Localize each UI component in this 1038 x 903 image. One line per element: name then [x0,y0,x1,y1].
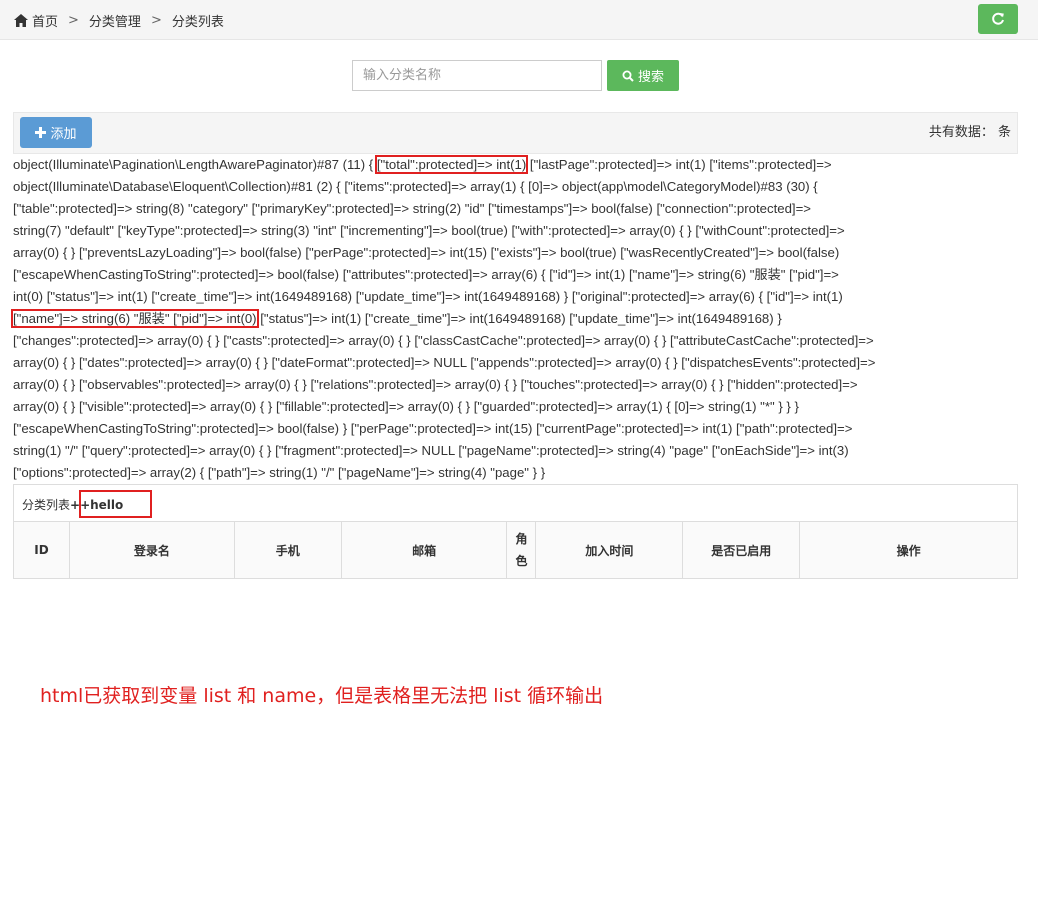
dump-line: object(Illuminate\Pagination\LengthAware… [13,155,832,174]
annotation-note: html已获取到变量 list 和 name，但是表格里无法把 list 循环输… [40,685,604,707]
total-unit-text: 条 [997,125,1011,140]
toolbar: 添加 共有数据： 条 [13,112,1018,154]
dump-line: ["escapeWhenCastingToString":protected]=… [13,421,853,436]
dump-line: ["options":protected]=> array(2) { ["pat… [13,465,546,480]
column-header-login: 登录名 [68,521,235,579]
dump-line: object(Illuminate\Database\Eloquent\Coll… [13,179,818,194]
breadcrumb-category-management[interactable]: 分类管理 [89,11,141,30]
dump-line: string(1) "/" ["query":protected]=> arra… [13,443,849,458]
breadcrumb-separator: > [150,13,162,28]
column-header-role: 角色 [506,521,537,579]
var-dump-output: object(Illuminate\Pagination\LengthAware… [11,154,1023,484]
plus-icon [35,127,47,138]
dump-line: array(0) { } ["dates":protected]=> array… [13,355,876,370]
dump-line: ["table":protected]=> string(8) "categor… [13,201,811,216]
column-header-phone: 手机 [233,521,342,579]
column-header-enabled: 是否已启用 [682,521,801,579]
column-header-actions: 操作 [799,521,1018,579]
highlight-hello [79,490,152,518]
dump-line: array(0) { } ["observables":protected]=>… [13,377,858,392]
category-search-input[interactable]: 输入分类名称 [352,60,602,91]
user-table: ID 登录名 手机 邮箱 角色 加入时间 是否已启用 操作 [13,521,1018,579]
highlight-name-pid: ["name"]=> string(6) "服装" ["pid"]=> int(… [11,309,259,328]
top-bar: 首页 > 分类管理 > 分类列表 [0,0,1038,40]
home-icon [14,14,28,27]
breadcrumb-category-list: 分类列表 [171,15,224,30]
add-button[interactable]: 添加 [20,117,92,148]
dump-line: array(0) { } ["visible":protected]=> arr… [13,399,799,414]
breadcrumb-home[interactable]: 首页 [32,11,58,30]
list-panel-header: 分类列表++hello [13,484,1018,522]
refresh-icon [992,12,1004,25]
breadcrumb-separator: > [68,13,79,28]
breadcrumb: 首页 > 分类管理 > 分类列表 [14,11,224,30]
total-label-text: 共有数据： [928,125,994,140]
column-header-email: 邮箱 [340,521,508,579]
column-header-join-time: 加入时间 [535,521,684,579]
total-count-label: 共有数据： 条 [929,121,1011,140]
search-button-label: 搜索 [637,70,664,85]
dump-line: ["changes":protected]=> array(0) { } ["c… [13,333,874,348]
add-button-label: 添加 [50,127,77,142]
dump-line: string(7) "default" ["keyType":protected… [13,223,845,238]
dump-line: ["name"]=> string(6) "服装" ["pid"]=> int(… [11,309,782,328]
dump-line: array(0) { } ["preventsLazyLoading"]=> b… [13,245,840,260]
refresh-button[interactable] [978,4,1018,34]
dump-line: ["escapeWhenCastingToString":protected]=… [13,267,839,282]
search-icon [622,70,634,82]
panel-title-text: 分类列表 [22,498,71,512]
highlight-total: ["total":protected]=> int(1) [374,155,529,174]
search-button[interactable]: 搜索 [607,60,679,91]
column-header-id: ID [13,521,70,579]
dump-line: int(0) ["status"]=> int(1) ["create_time… [13,289,843,304]
table-header-row: ID 登录名 手机 邮箱 角色 加入时间 是否已启用 操作 [13,521,1018,579]
